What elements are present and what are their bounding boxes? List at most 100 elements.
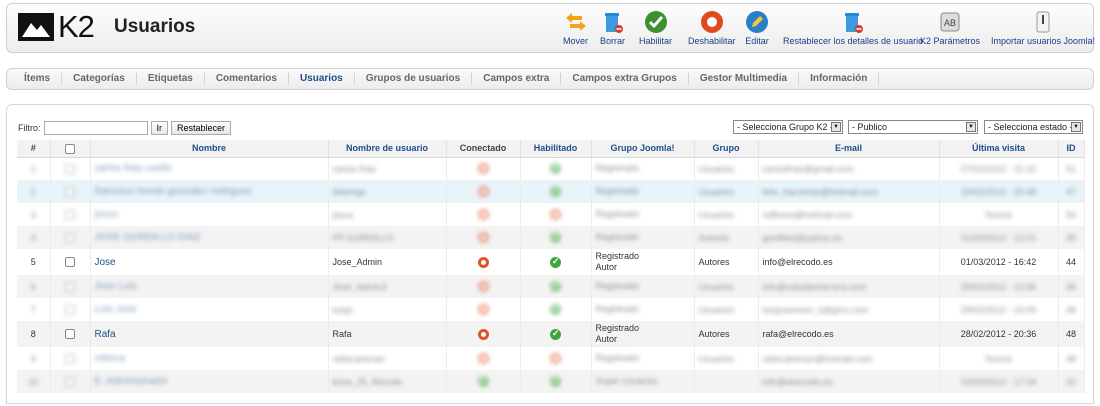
online-status-icon xyxy=(477,186,489,198)
disable-label: Deshabilitar xyxy=(688,36,736,46)
tab-extra-fields[interactable]: Campos extra xyxy=(472,73,562,85)
filter-label: Filtro: xyxy=(18,123,41,133)
enabled-toggle-icon[interactable] xyxy=(550,375,561,388)
row-checkbox[interactable] xyxy=(65,329,75,340)
filter-input[interactable] xyxy=(43,121,148,135)
tab-tags[interactable]: Etiquetas xyxy=(137,73,205,85)
enable-button[interactable]: Habilitar xyxy=(639,10,672,46)
k2-group-select[interactable]: - Selecciona Grupo K2 - ▼ xyxy=(733,120,843,134)
row-checkbox[interactable] xyxy=(65,304,75,315)
online-status-icon xyxy=(477,328,489,340)
enabled-toggle-icon[interactable] xyxy=(550,162,561,175)
tab-information[interactable]: Información xyxy=(799,73,880,85)
tab-user-groups[interactable]: Grupos de usuarios xyxy=(355,73,473,85)
header-bar: K2 Usuarios Mover Borrar Habilitar Desha… xyxy=(6,3,1095,53)
user-name-link[interactable]: francisco tomas gonzalez rodriguez xyxy=(95,186,252,197)
joomla-group: Registrado xyxy=(595,281,640,291)
user-name-link[interactable]: E. Administrador xyxy=(95,376,168,387)
row-checkbox[interactable] xyxy=(65,376,75,387)
user-name-link[interactable]: carlos frias coello xyxy=(95,163,172,174)
k2-parameters-button[interactable]: AB K2 Parámetros xyxy=(920,10,980,46)
enabled-toggle-icon[interactable] xyxy=(550,280,561,293)
row-checkbox[interactable] xyxy=(65,209,75,220)
enabled-toggle-icon[interactable] xyxy=(550,209,561,221)
enabled-toggle-icon[interactable] xyxy=(550,185,561,198)
last-visit: Nunca xyxy=(985,353,1012,364)
col-email[interactable]: E-mail xyxy=(758,140,940,158)
enabled-toggle-icon[interactable] xyxy=(550,328,561,340)
go-button[interactable]: Ir xyxy=(150,121,168,135)
edit-icon xyxy=(745,10,769,34)
tab-media-manager[interactable]: Gestor Multimedia xyxy=(689,73,800,85)
username: rebecahenan xyxy=(332,353,386,364)
filter-bar: Filtro: Ir Restablecer xyxy=(18,121,232,135)
online-status-icon xyxy=(477,353,489,365)
row-checkbox[interactable] xyxy=(65,232,75,243)
user-id: 48 xyxy=(1065,353,1076,364)
online-status-icon xyxy=(477,281,489,293)
email: gordillod@yahoo.es xyxy=(762,232,843,243)
table-row: 2 francisco tomas gonzalez rodriguez felix… xyxy=(17,180,1085,203)
state-select-value: - Selecciona estado - xyxy=(988,122,1073,132)
enabled-toggle-icon[interactable] xyxy=(550,303,561,316)
tab-comments[interactable]: Comentarios xyxy=(205,73,289,85)
tab-items[interactable]: Ítems xyxy=(13,73,63,85)
table-row: 6 Jose Luis Jose_Admin2 Registrado Usuarios i… xyxy=(17,275,1085,298)
joomla-group: Registrado xyxy=(595,232,640,242)
col-last-visit[interactable]: Última visita xyxy=(939,140,1059,158)
online-status-icon xyxy=(477,163,489,175)
tab-extra-field-groups[interactable]: Campos extra Grupos xyxy=(561,73,689,85)
row-checkbox[interactable] xyxy=(65,353,75,364)
row-number: 8 xyxy=(30,329,36,339)
user-name-link[interactable]: Jose Luis xyxy=(95,281,137,292)
username: PP GORDILLO xyxy=(332,232,394,243)
col-name[interactable]: Nombre xyxy=(90,140,329,158)
move-button[interactable]: Mover xyxy=(563,10,588,46)
table-header-row: # Nombre Nombre de usuario Conectado Hab… xyxy=(17,140,1085,158)
check-icon xyxy=(644,10,668,34)
k2-group: Usuarios xyxy=(698,281,735,292)
import-joomla-users-button[interactable]: Importar usuarios Joomla! xyxy=(991,10,1095,46)
delete-button[interactable]: Borrar xyxy=(600,10,625,46)
trash-icon xyxy=(601,10,625,34)
select-all-checkbox[interactable] xyxy=(65,143,75,154)
user-name-link[interactable]: Luis Jose xyxy=(95,304,137,315)
disable-button[interactable]: Deshabilitar xyxy=(688,10,736,46)
users-table: # Nombre Nombre de usuario Conectado Hab… xyxy=(17,140,1085,393)
row-checkbox[interactable] xyxy=(65,257,75,268)
user-name-link[interactable]: JOSE GORDILLO DIAZ xyxy=(95,232,201,243)
enabled-toggle-icon[interactable] xyxy=(550,256,561,268)
col-enabled[interactable]: Habilitado xyxy=(520,140,592,158)
state-select[interactable]: - Selecciona estado - ▼ xyxy=(984,120,1083,134)
joomla-group: Registrado xyxy=(595,353,640,363)
user-name-link[interactable]: Jose xyxy=(95,257,116,268)
tab-categories[interactable]: Categorías xyxy=(62,73,137,85)
access-select[interactable]: - Publico ▼ xyxy=(848,120,978,134)
edit-button[interactable]: Editar xyxy=(745,10,769,46)
row-checkbox[interactable] xyxy=(65,281,75,292)
row-checkbox[interactable] xyxy=(65,164,75,175)
joomla-group: Registrado Autor xyxy=(595,323,640,344)
reset-user-details-button[interactable]: Restablecer los detalles de usuario xyxy=(783,10,923,46)
user-name-link[interactable]: Rafa xyxy=(95,329,116,340)
col-username[interactable]: Nombre de usuario xyxy=(328,140,447,158)
enable-label: Habilitar xyxy=(639,36,673,46)
table-row: 7 Luis Jose luisjo Registrado Usuarios luisjo… xyxy=(17,298,1085,321)
tab-users[interactable]: Usuarios xyxy=(289,73,355,85)
row-checkbox[interactable] xyxy=(65,186,75,197)
col-select-all xyxy=(50,140,91,158)
enabled-toggle-icon[interactable] xyxy=(550,231,561,244)
move-icon xyxy=(564,10,588,34)
user-name-link[interactable]: jesus xyxy=(95,209,118,220)
chevron-down-icon: ▼ xyxy=(1071,122,1081,132)
user-id: 49 xyxy=(1065,281,1076,292)
col-id[interactable]: ID xyxy=(1058,140,1085,158)
enabled-toggle-icon[interactable] xyxy=(550,353,561,365)
col-joomla-group[interactable]: Grupo Joomla! xyxy=(591,140,695,158)
table-row: 8 Rafa Rafa RegistradoAutor Autores rafa@elre… xyxy=(17,321,1085,347)
reset-filter-button[interactable]: Restablecer xyxy=(171,121,232,135)
col-group[interactable]: Grupo xyxy=(694,140,759,158)
table-row: 10 E. Administrador kosa_25_Recodo Super Us… xyxy=(17,370,1085,393)
user-name-link[interactable]: rebeca xyxy=(95,353,126,364)
last-visit: Nunca xyxy=(985,209,1012,220)
